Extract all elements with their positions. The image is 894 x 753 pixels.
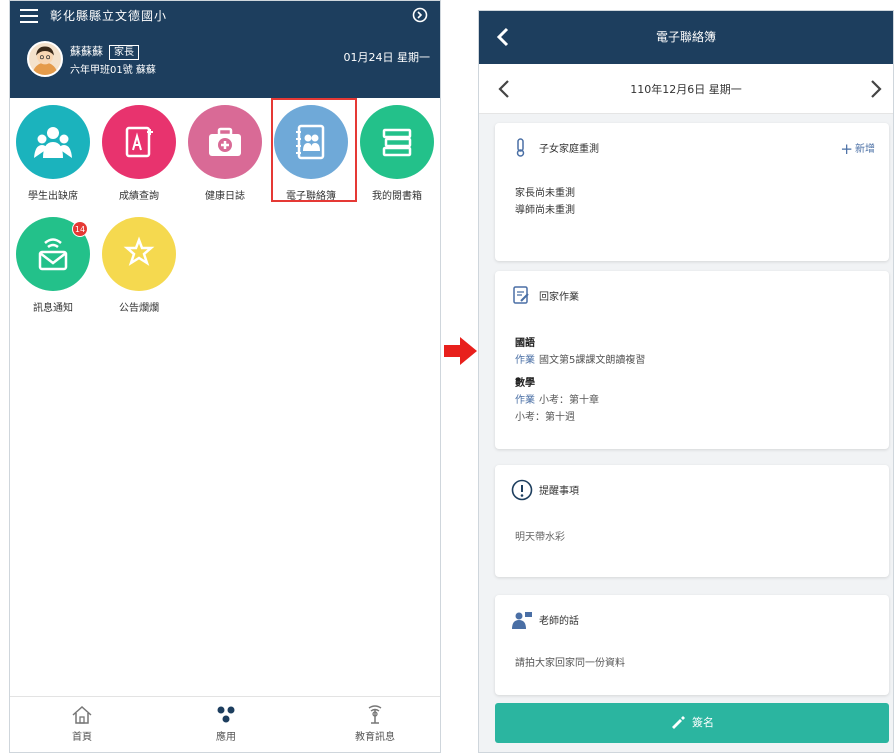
app-health[interactable]: 健康日誌 [182, 101, 268, 213]
apps-icon [217, 706, 235, 723]
app-announcements[interactable]: 公告爛爛 [96, 213, 182, 325]
next-day-icon[interactable] [869, 79, 883, 99]
nav-apps-label: 應用 [216, 732, 236, 743]
app-label: 我的閱書箱 [372, 191, 422, 202]
left-phone-screen: 彰化縣縣立文德國小 蘇蘇蘇 家長 六年甲班01號 蘇蘇 01月24日 星期一 學… [9, 0, 441, 753]
current-date: 110年12月6日 星期一 [630, 83, 742, 96]
app-label: 成績查詢 [119, 191, 159, 202]
reminder-card: 提醒事項 明天帶水彩 [495, 465, 889, 577]
teacher-note-card: 老師的話 請拍大家回家同一份資料 [495, 595, 889, 695]
date-navigator: 110年12月6日 星期一 [479, 64, 893, 114]
nav-apps[interactable]: 應用 [196, 705, 256, 743]
teacher-text: 請拍大家回家同一份資料 [515, 658, 625, 669]
status-line: 家長尚未重測 [515, 188, 575, 199]
left-header: 彰化縣縣立文德國小 蘇蘇蘇 家長 六年甲班01號 蘇蘇 01月24日 星期一 [10, 1, 440, 98]
parent-check-card: 子女家庭重測 + 新增 家長尚未重測 導師尚未重測 [495, 123, 889, 261]
homework-icon [513, 286, 529, 304]
homework-line: 作業 國文第5課課文朗讀複習 [515, 352, 645, 369]
homework-text: 小考：第十週 [515, 412, 575, 423]
homework-line: 作業 小考：第十章 [515, 392, 645, 409]
page-title: 電子聯絡簿 [655, 30, 716, 44]
user-class: 六年甲班01號 蘇蘇 [70, 65, 156, 76]
bottom-nav: 首頁 應用 教育訊息 [10, 696, 440, 752]
homework-text: 國文第5課課文朗讀複習 [539, 355, 646, 366]
status-line: 導師尚未重測 [515, 205, 575, 216]
app-grades[interactable]: 成績查詢 [96, 101, 182, 213]
nav-news[interactable]: 教育訊息 [335, 705, 415, 743]
card-title: 老師的話 [539, 616, 579, 627]
subject-name: 國語 [515, 338, 535, 349]
card-title: 提醒事項 [539, 486, 579, 497]
grade-icon [125, 126, 153, 158]
teacher-icon [512, 612, 532, 629]
thermometer-icon [516, 138, 525, 157]
reminder-text: 明天帶水彩 [515, 532, 565, 543]
role-badge[interactable]: 家長 [109, 45, 139, 60]
home-icon [72, 705, 92, 724]
logout-icon[interactable] [412, 7, 428, 23]
transition-arrow-icon [444, 337, 477, 365]
app-messages[interactable]: 14 訊息通知 [10, 213, 96, 325]
card-title: 子女家庭重測 [539, 144, 599, 155]
books-icon [382, 128, 412, 157]
homework-card: 回家作業 國語 作業 國文第5課課文朗讀複習 數學 作業 小考：第十章 小考：第十週 [495, 271, 889, 449]
unread-badge: 14 [72, 221, 88, 237]
header-date: 01月24日 星期一 [343, 51, 431, 64]
message-icon [38, 238, 68, 271]
app-books[interactable]: 我的閱書箱 [354, 101, 440, 213]
homework-text: 小考：第十章 [539, 395, 599, 406]
app-label: 公告爛爛 [119, 303, 159, 314]
card-title: 回家作業 [539, 292, 579, 303]
app-attendance[interactable]: 學生出缺席 [10, 101, 96, 213]
app-label: 健康日誌 [205, 191, 245, 202]
signature-icon [672, 716, 685, 729]
app-circle [360, 105, 434, 179]
school-name: 彰化縣縣立文德國小 [50, 9, 168, 23]
user-name-text: 蘇蘇蘇 [70, 45, 103, 58]
app-circle [102, 217, 176, 291]
app-circle [188, 105, 262, 179]
people-icon [34, 127, 72, 158]
announce-icon [123, 236, 155, 266]
selected-app-highlight [271, 98, 357, 202]
health-icon [209, 127, 241, 156]
add-button[interactable]: + 新增 [840, 140, 875, 158]
nav-home-label: 首頁 [72, 732, 92, 743]
menu-icon[interactable] [20, 9, 38, 23]
app-circle [16, 105, 90, 179]
add-label: 新增 [855, 144, 875, 155]
sign-label: 簽名 [692, 716, 714, 729]
nav-home[interactable]: 首頁 [52, 705, 112, 743]
right-header: 電子聯絡簿 [479, 11, 893, 64]
user-name: 蘇蘇蘇 家長 [70, 43, 139, 60]
subject-name: 數學 [515, 378, 535, 389]
app-label: 訊息通知 [33, 303, 73, 314]
app-circle [102, 105, 176, 179]
plus-icon: + [840, 140, 853, 158]
info-icon [511, 479, 533, 501]
card-body: 家長尚未重測 導師尚未重測 [515, 185, 575, 219]
right-phone-screen: 電子聯絡簿 110年12月6日 星期一 子女家庭重測 + 新增 家長尚未重測 導師… [478, 10, 894, 753]
sign-button[interactable]: 簽名 [495, 703, 889, 743]
homework-kind: 作業 [515, 395, 535, 406]
card-body: 國語 作業 國文第5課課文朗讀複習 數學 作業 小考：第十章 小考：第十週 [515, 335, 645, 426]
app-label: 學生出缺席 [28, 191, 78, 202]
avatar[interactable] [27, 41, 63, 77]
homework-kind: 作業 [515, 355, 535, 366]
news-icon [368, 705, 382, 724]
nav-news-label: 教育訊息 [355, 732, 395, 743]
